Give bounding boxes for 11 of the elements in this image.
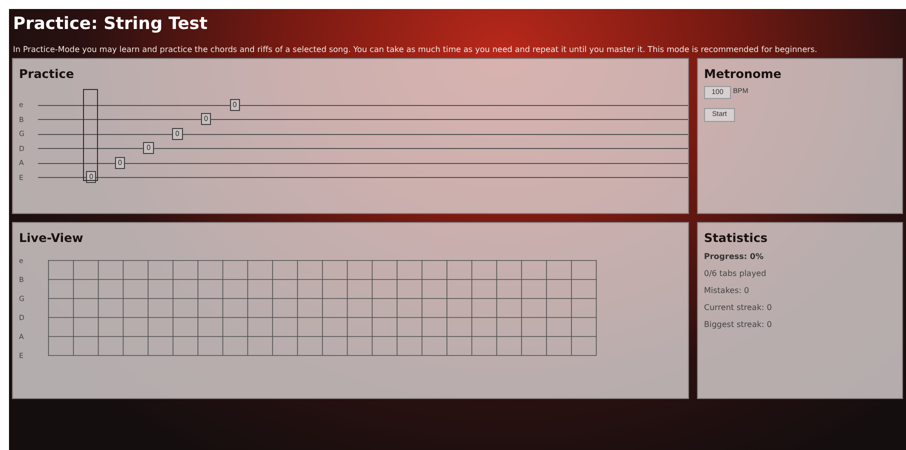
- statistic-text: Biggest streak: 0: [704, 320, 773, 330]
- statistic-text: Mistakes: 0: [704, 286, 750, 296]
- panel-title: Metronome: [704, 67, 782, 81]
- panel-title: Statistics: [704, 231, 769, 245]
- statistic-text: 0/6 tabs played: [704, 269, 768, 279]
- page-description: In Practice-Mode you may learn and practice the chords and riffs of a selected song. You can take as much time as you need and repeat it until you master it. This mode is recommended for beginners.: [13, 44, 818, 56]
- page-title: Practice: String Test: [13, 13, 209, 35]
- panel-title: Live-View: [19, 231, 84, 245]
- progress-text: Progress: 0%: [704, 252, 764, 262]
- statistic-text: Current streak: 0: [704, 303, 773, 313]
- panel-title: Practice: [19, 67, 76, 81]
